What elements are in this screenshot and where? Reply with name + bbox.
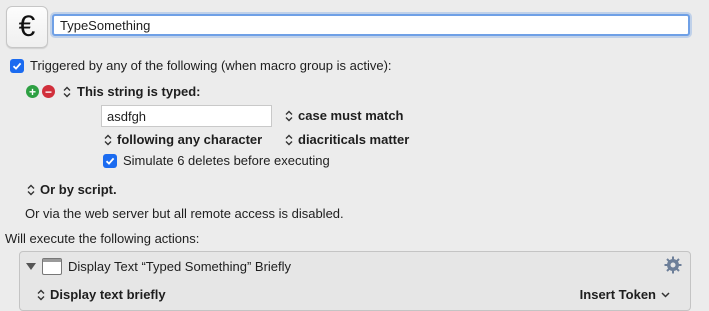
disclosure-triangle-icon[interactable] (26, 263, 36, 270)
macro-name-field[interactable]: TypeSomething (52, 14, 690, 36)
action-box[interactable]: Display Text “Typed Something” Briefly D… (19, 251, 691, 311)
updown-icon (26, 184, 35, 196)
updown-icon (284, 134, 293, 146)
display-mode-label: Display text briefly (50, 287, 166, 302)
insert-token-label: Insert Token (579, 287, 656, 302)
following-option-label: following any character (117, 132, 263, 147)
updown-icon (36, 289, 45, 301)
action-title-row: Display Text “Typed Something” Briefly (26, 258, 291, 275)
diacriticals-option-label: diacriticals matter (298, 132, 410, 147)
web-server-note: Or via the web server but all remote acc… (25, 206, 344, 221)
following-popup[interactable]: following any character (103, 132, 262, 147)
typed-string-value: asdfgh (107, 108, 147, 124)
trigger-header-label: Triggered by any of the following (when … (30, 58, 392, 73)
simulate-deletes-label: Simulate 6 deletes before executing (123, 153, 330, 168)
actions-header-label: Will execute the following actions: (5, 231, 200, 246)
window-icon (42, 258, 62, 275)
add-icon[interactable]: + (26, 85, 39, 98)
checkmark-icon (105, 157, 115, 165)
trigger-enabled-checkbox[interactable] (10, 58, 24, 73)
euro-icon: € (18, 10, 36, 43)
display-mode-popup[interactable]: Display text briefly (36, 287, 166, 302)
case-popup[interactable]: case must match (284, 108, 404, 123)
remove-icon[interactable]: − (42, 85, 55, 98)
checkmark-icon (12, 62, 22, 70)
chevron-down-icon (661, 291, 670, 298)
string-trigger-row: + − This string is typed: (26, 84, 201, 99)
insert-token-button[interactable]: Insert Token (580, 287, 670, 302)
simulate-row: Simulate 6 deletes before executing (103, 153, 330, 168)
string-typed-label: This string is typed: (77, 84, 201, 99)
typed-string-input[interactable]: asdfgh (101, 105, 272, 127)
updown-icon[interactable] (62, 86, 71, 98)
case-option-label: case must match (298, 108, 404, 123)
trigger-header-row: Triggered by any of the following (when … (10, 58, 392, 73)
diacriticals-popup[interactable]: diacriticals matter (284, 132, 409, 147)
macro-name-value: TypeSomething (60, 17, 151, 33)
action-title: Display Text “Typed Something” Briefly (68, 259, 292, 274)
simulate-deletes-checkbox[interactable] (103, 153, 117, 168)
or-by-script-label: Or by script. (40, 182, 117, 197)
updown-icon (284, 110, 293, 122)
updown-icon (103, 134, 112, 146)
macro-icon-well[interactable]: € (6, 6, 48, 48)
or-by-script-popup[interactable]: Or by script. (26, 182, 117, 197)
gear-icon[interactable] (664, 256, 682, 277)
